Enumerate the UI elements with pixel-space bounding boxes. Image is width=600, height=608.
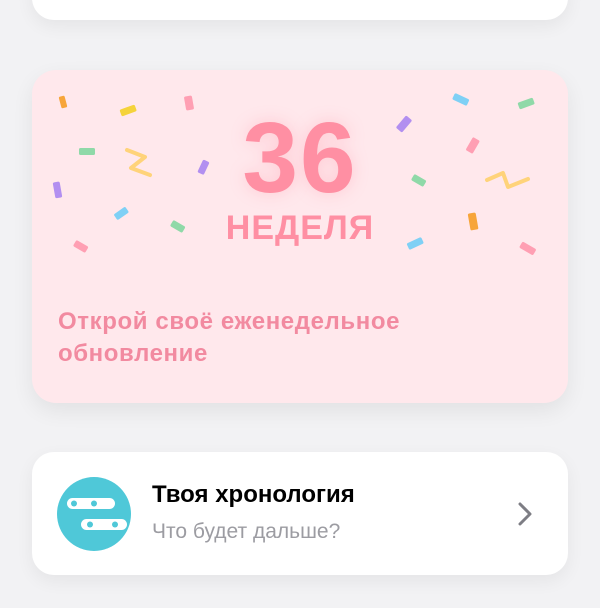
week-number: 36 [242,102,358,214]
timeline-icon [67,498,127,530]
confetti-piece [452,93,470,106]
confetti-piece [58,95,68,109]
timeline-subtitle: Что будет дальше? [152,520,341,543]
weekly-update-card[interactable]: 36 НЕДЕЛЯ Открой своё еженедельное обнов… [32,70,568,403]
previous-card[interactable] [32,0,568,20]
timeline-avatar [57,477,131,551]
timeline-title: Твоя хронология [152,481,355,508]
weekly-update-link[interactable]: Открой своё еженедельное обновление [58,306,498,370]
chevron-right-icon[interactable] [512,500,536,528]
week-label: НЕДЕЛЯ [225,209,375,247]
timeline-card[interactable]: Твоя хронология Что будет дальше? [32,452,568,575]
